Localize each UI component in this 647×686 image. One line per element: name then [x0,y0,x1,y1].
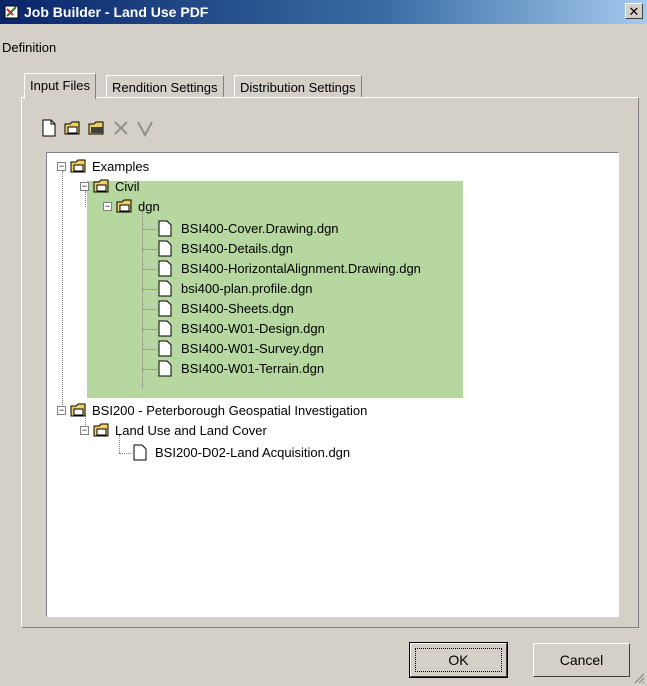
collapse-icon[interactable]: − [80,182,89,191]
focus-rect [415,648,502,672]
tree-line [85,191,86,207]
delete-icon[interactable] [111,118,131,138]
tree-label: BSI400-W01-Terrain.dgn [181,361,325,376]
tree-line [143,309,157,310]
menu-bar: Definition [0,38,647,58]
tree-line [143,269,157,270]
collapse-icon[interactable]: − [57,162,66,171]
folder-open-icon [93,423,109,437]
tree-label: BSI400-Cover.Drawing.dgn [181,221,339,236]
tree-label: BSI200 - Peterborough Geospatial Investi… [92,403,368,418]
file-icon [133,444,147,461]
tree-line [143,289,157,290]
tree-label: BSI400-W01-Design.dgn [181,321,325,336]
file-icon [158,260,172,277]
tree-line [143,229,157,230]
validate-icon[interactable] [135,118,155,138]
tree-label: BSI400-W01-Survey.dgn [181,341,324,356]
tree-line [143,369,157,370]
open-folder-icon[interactable] [63,118,83,138]
tab-rendition-settings[interactable]: Rendition Settings [106,75,224,98]
tree-label: Civil [115,179,140,194]
window-title: Job Builder - Land Use PDF [24,4,209,20]
tree-line [143,249,157,250]
tree-line [143,349,157,350]
collapse-icon[interactable]: − [57,406,66,415]
app-icon [4,5,19,19]
tree-line [142,211,143,389]
print-icon[interactable] [87,118,107,138]
new-file-icon[interactable] [39,118,59,138]
file-icon [158,320,172,337]
tree-label: bsi400-plan.profile.dgn [181,281,313,296]
folder-open-icon [116,199,132,213]
file-icon [158,340,172,357]
ok-button[interactable]: OK [409,642,508,678]
tree-label: dgn [138,199,160,214]
file-icon [158,280,172,297]
file-icon [158,360,172,377]
tree-label: BSI400-Details.dgn [181,241,294,256]
tree-label: BSI400-Sheets.dgn [181,301,294,316]
tab-input-files[interactable]: Input Files [24,73,96,99]
menu-definition[interactable]: Definition [2,40,56,55]
tree-label: BSI200-D02-Land Acquisition.dgn [155,445,351,460]
folder-open-icon [70,403,86,417]
file-icon [158,220,172,237]
folder-open-icon [70,159,86,173]
tree-line [62,171,63,407]
tree-label: Land Use and Land Cover [115,423,267,438]
cancel-button[interactable]: Cancel [533,643,630,677]
folder-open-icon [93,179,109,193]
tree-line [143,329,157,330]
title-bar: Job Builder - Land Use PDF ✕ [0,0,647,24]
tab-distribution-settings[interactable]: Distribution Settings [234,75,362,98]
collapse-icon[interactable]: − [103,202,112,211]
collapse-icon[interactable]: − [80,426,89,435]
tree-label: Examples [92,159,150,174]
file-tree[interactable]: − Examples − Civil − dgn BSI400-Cover.Dr… [46,152,619,617]
file-icon [158,300,172,317]
file-icon [158,240,172,257]
close-button[interactable]: ✕ [625,3,643,19]
resize-grip-icon[interactable] [633,672,645,684]
tree-line [119,453,131,454]
tree-label: BSI400-HorizontalAlignment.Drawing.dgn [181,261,421,276]
